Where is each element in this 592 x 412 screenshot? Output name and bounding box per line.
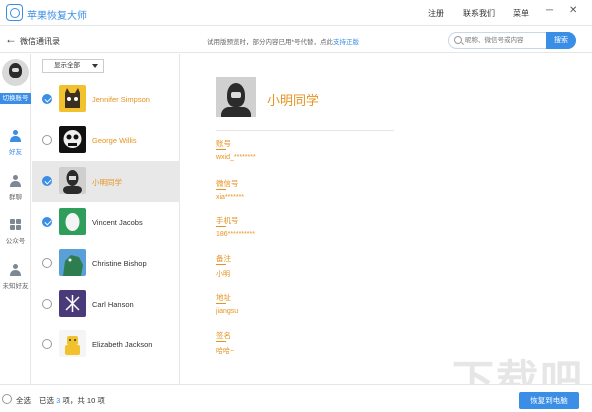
contact-name: Vincent Jacobs: [92, 218, 143, 227]
sidebar-item-groups[interactable]: 群聊: [0, 173, 31, 207]
selection-count-suffix: 项，共 10 项: [60, 396, 105, 405]
row-checkbox[interactable]: [42, 217, 52, 227]
contact-avatar: [59, 330, 86, 357]
field-label-phone: 手机号: [216, 216, 239, 225]
contact-avatar: [59, 249, 86, 276]
app-logo-icon: [6, 4, 23, 21]
row-checkbox[interactable]: [42, 339, 52, 349]
field-underline: [216, 264, 226, 265]
list-item[interactable]: Christine Bishop: [32, 243, 180, 284]
contact-us-link[interactable]: 联系我们: [463, 8, 495, 19]
unknown-person-icon: [10, 264, 21, 276]
search-button[interactable]: 搜索: [546, 32, 576, 49]
field-label-remark: 备注: [216, 254, 231, 263]
field-underline: [216, 303, 226, 304]
field-value-phone: 186**********: [216, 231, 255, 238]
field-underline: [216, 341, 226, 342]
list-item[interactable]: Elizabeth Jackson: [32, 324, 180, 365]
avatar[interactable]: [2, 59, 29, 86]
filter-dropdown[interactable]: 显示全部: [42, 59, 104, 73]
sidebar-item-label: 公众号: [5, 238, 26, 245]
sidebar-item-label: 群聊: [9, 194, 22, 201]
select-all-checkbox[interactable]: [2, 394, 12, 404]
list-item[interactable]: Carl Hanson: [32, 284, 180, 325]
row-checkbox[interactable]: [42, 94, 52, 104]
chevron-down-icon: [92, 64, 98, 68]
contact-avatar: [59, 126, 86, 153]
contact-avatar: [59, 167, 86, 194]
bottom-bar: 全选 已选 3 项，共 10 项 恢复到电脑: [0, 384, 592, 412]
field-underline: [216, 189, 226, 190]
field-underline: [216, 149, 226, 150]
field-value-signature: 哈哈~: [216, 348, 235, 355]
contact-avatar: [59, 85, 86, 112]
detail-avatar: [216, 77, 256, 117]
restore-to-computer-button[interactable]: 恢复到电脑: [519, 392, 579, 409]
list-item[interactable]: 小明同学: [32, 161, 180, 202]
selection-count-prefix: 已选: [39, 396, 57, 405]
contact-name: George Willis: [92, 136, 137, 145]
row-checkbox[interactable]: [42, 258, 52, 268]
app-title: 苹果恢复大师: [27, 11, 87, 22]
list-item[interactable]: George Willis: [32, 120, 180, 161]
row-checkbox[interactable]: [42, 176, 52, 186]
filter-value: 显示全部: [54, 62, 80, 69]
group-icon: [10, 175, 21, 187]
sidebar-item-label: 好友: [9, 149, 22, 156]
page-title: 微信通讯录: [20, 37, 60, 46]
row-checkbox[interactable]: [42, 135, 52, 145]
field-value-address: jiangsu: [216, 308, 239, 315]
divider: [216, 130, 394, 131]
menu-link[interactable]: 菜单: [513, 8, 529, 19]
list-item[interactable]: Vincent Jacobs: [32, 202, 180, 243]
grid-icon: [10, 219, 21, 231]
field-label-signature: 签名: [216, 331, 231, 340]
support-genuine-link[interactable]: 支持正版: [333, 39, 359, 46]
select-all-label[interactable]: 全选: [16, 395, 31, 406]
contact-list-panel: 显示全部 Jennifer Simpson George Willis 小明同学…: [32, 54, 180, 384]
contact-name: Elizabeth Jackson: [92, 340, 153, 349]
switch-account-button[interactable]: 切换账号: [0, 93, 31, 104]
field-label-address: 地址: [216, 293, 231, 302]
contact-name: Carl Hanson: [92, 300, 134, 309]
sidebar-item-official-accounts[interactable]: 公众号: [0, 217, 31, 251]
contact-avatar: [59, 290, 86, 317]
search-icon: [454, 36, 462, 44]
back-arrow-icon[interactable]: ←: [5, 32, 17, 46]
field-label-wechat-id: 微信号: [216, 179, 239, 188]
list-item[interactable]: Jennifer Simpson: [32, 79, 180, 120]
contact-name: 小明同学: [92, 178, 122, 187]
title-bar: 苹果恢复大师 注册 联系我们 菜单 ─ ✕: [0, 0, 592, 26]
field-value-wechat-id: xia*******: [216, 194, 245, 201]
trial-notice: 试用版预览时，部分内容已用*号代替，点此支持正版: [207, 36, 359, 46]
contact-name: Christine Bishop: [92, 259, 147, 268]
field-value-remark: 小明: [216, 271, 230, 278]
sidebar: 切换账号 好友 群聊 公众号 未知好友: [0, 54, 31, 384]
row-checkbox[interactable]: [42, 299, 52, 309]
sidebar-item-unknown-friends[interactable]: 未知好友: [0, 262, 31, 296]
register-link[interactable]: 注册: [428, 8, 444, 19]
trial-notice-text: 试用版预览时，部分内容已用*号代替，点此: [207, 39, 334, 46]
sub-header: ← 微信通讯录 试用版预览时，部分内容已用*号代替，点此支持正版 搜索: [0, 27, 592, 53]
person-icon: [10, 130, 21, 142]
contact-name: Jennifer Simpson: [92, 95, 150, 104]
field-underline: [216, 226, 226, 227]
close-icon[interactable]: ✕: [569, 5, 577, 16]
search-input[interactable]: [465, 34, 545, 47]
selection-count: 已选 3 项，共 10 项: [39, 395, 105, 406]
search-box: 搜索: [448, 32, 576, 49]
sidebar-item-friends[interactable]: 好友: [0, 128, 31, 162]
contact-detail-panel: 小明同学 账号 wxid_******** 微信号 xia******* 手机号…: [181, 54, 592, 384]
detail-name: 小明同学: [267, 93, 320, 108]
field-label-account: 账号: [216, 139, 231, 148]
field-value-account: wxid_********: [216, 154, 256, 161]
minimize-icon[interactable]: ─: [546, 5, 553, 16]
sidebar-item-label: 未知好友: [2, 283, 29, 290]
contact-avatar: [59, 208, 86, 235]
